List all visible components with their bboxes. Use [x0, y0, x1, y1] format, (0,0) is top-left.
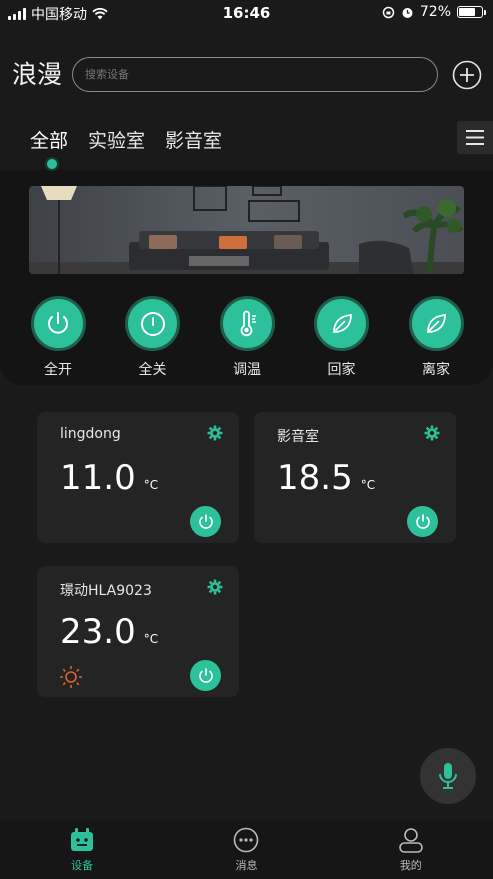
room-tabs: 全部 实验室 影音室	[30, 126, 222, 153]
device-name: 璟动HLA9023	[60, 583, 152, 599]
message-icon	[234, 827, 259, 853]
add-device-button[interactable]	[452, 60, 482, 90]
power-button[interactable]	[190, 660, 221, 691]
leaf-icon	[314, 296, 369, 351]
battery-icon	[457, 6, 486, 18]
thermometer-icon	[219, 296, 275, 351]
device-name: lingdong	[60, 426, 121, 442]
scene-away[interactable]: 离家	[407, 296, 465, 379]
scene-label: 回家	[327, 362, 356, 378]
microphone-icon	[439, 763, 457, 789]
leaf-icon	[408, 296, 464, 351]
tab-label: 设备	[71, 859, 94, 872]
tab-lab[interactable]: 实验室	[88, 126, 145, 153]
home-name[interactable]: 浪漫	[12, 57, 62, 93]
scene-label: 全关	[138, 362, 167, 378]
power-off-icon	[125, 296, 180, 351]
scene-label: 离家	[422, 362, 450, 378]
sun-icon	[60, 666, 82, 688]
device-card[interactable]: 璟动HLA9023 23.0 °C	[37, 566, 239, 697]
gear-icon[interactable]	[207, 579, 223, 595]
tab-messages[interactable]: 消息	[164, 820, 328, 879]
tab-profile[interactable]: 我的	[329, 820, 493, 879]
temperature-unit: °C	[143, 478, 159, 492]
status-bar: 中国移动 16:46 72%	[0, 0, 493, 26]
power-icon	[198, 667, 213, 683]
scene-temperature[interactable]: 调温	[218, 296, 276, 379]
temperature-readout: 18.5 °C	[277, 458, 375, 498]
temperature-value: 11.0	[60, 458, 136, 498]
device-card[interactable]: 影音室 18.5 °C	[254, 412, 456, 543]
tab-label: 我的	[399, 859, 422, 872]
rotation-lock-icon	[382, 6, 395, 18]
scene-buttons: 全开 全关 调温 回家 离家	[29, 296, 465, 379]
power-icon	[198, 513, 213, 529]
temperature-readout: 23.0 °C	[60, 612, 158, 652]
tab-devices[interactable]: 设备	[0, 820, 164, 879]
profile-icon	[399, 828, 423, 853]
scene-all-on[interactable]: 全开	[29, 296, 87, 379]
status-right: 72%	[382, 4, 486, 20]
power-icon	[30, 296, 86, 351]
gear-icon[interactable]	[424, 425, 440, 441]
active-tab-indicator	[47, 159, 57, 169]
scene-home[interactable]: 回家	[313, 296, 371, 379]
living-room-banner	[29, 186, 464, 274]
temperature-readout: 11.0 °C	[60, 458, 158, 498]
device-icon	[71, 828, 94, 851]
device-card[interactable]: lingdong 11.0 °C	[37, 412, 239, 543]
temperature-unit: °C	[360, 478, 376, 492]
temperature-unit: °C	[143, 632, 159, 646]
menu-button[interactable]	[457, 121, 493, 154]
temperature-value: 18.5	[277, 458, 353, 498]
header: 浪漫	[12, 57, 484, 93]
device-name: 影音室	[277, 429, 319, 445]
scene-label: 全开	[44, 362, 72, 378]
tab-label: 消息	[235, 859, 258, 872]
search-input[interactable]	[72, 57, 438, 92]
power-button[interactable]	[407, 506, 438, 537]
voice-button[interactable]	[420, 748, 476, 804]
menu-icon	[466, 130, 484, 145]
alarm-icon	[402, 7, 413, 18]
gear-icon[interactable]	[207, 425, 223, 441]
bottom-tab-bar: 设备 消息 我的	[0, 820, 493, 879]
power-icon	[415, 513, 430, 529]
scene-label: 调温	[233, 362, 261, 378]
battery-percent: 72%	[419, 4, 451, 20]
tab-all[interactable]: 全部	[30, 126, 68, 153]
tab-theater[interactable]: 影音室	[165, 126, 222, 153]
power-button[interactable]	[190, 506, 221, 537]
temperature-value: 23.0	[60, 612, 136, 652]
scene-all-off[interactable]: 全关	[124, 296, 182, 379]
